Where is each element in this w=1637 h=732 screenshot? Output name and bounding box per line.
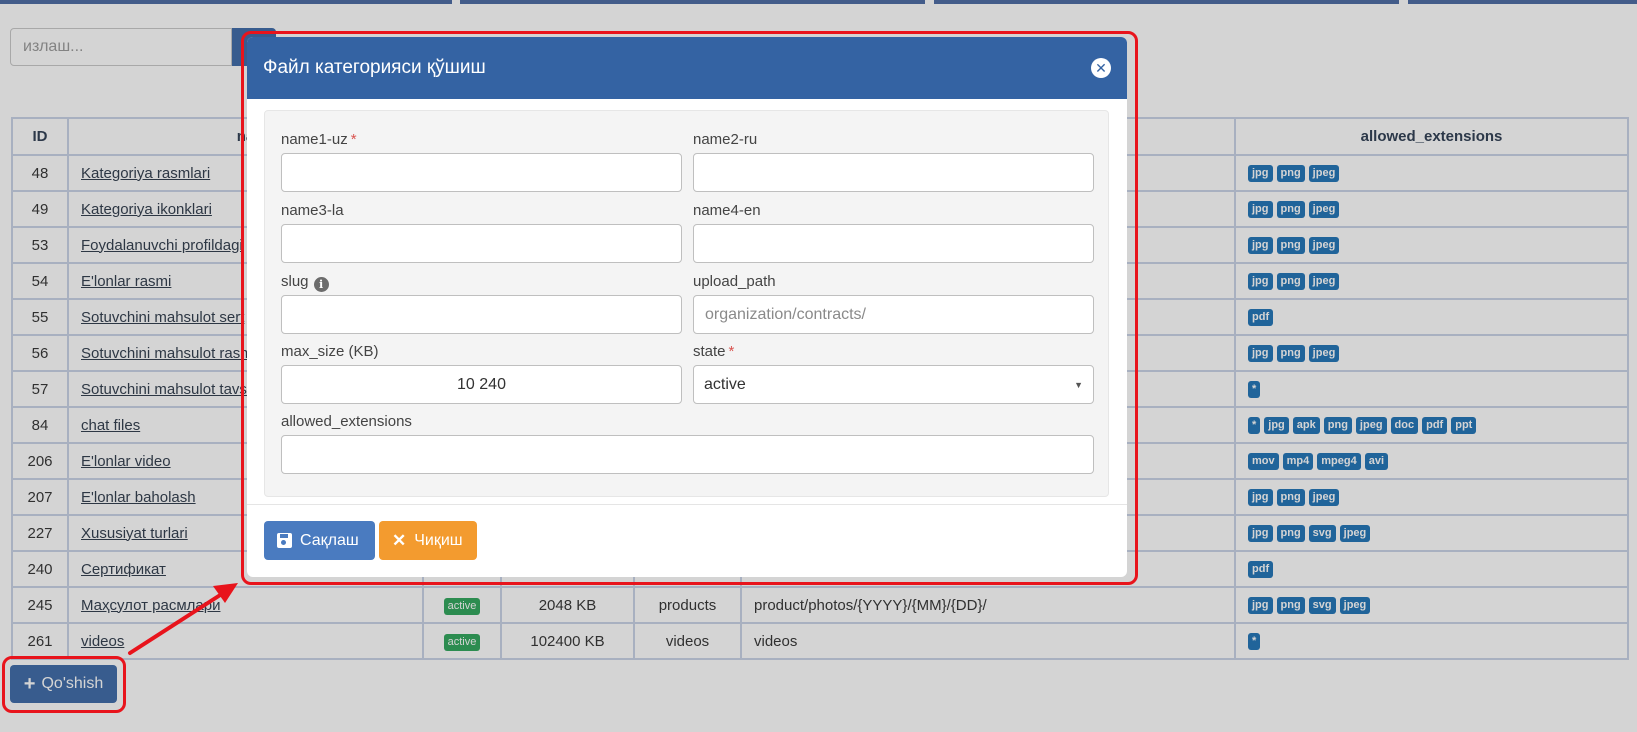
modal-highlight <box>241 31 1138 585</box>
